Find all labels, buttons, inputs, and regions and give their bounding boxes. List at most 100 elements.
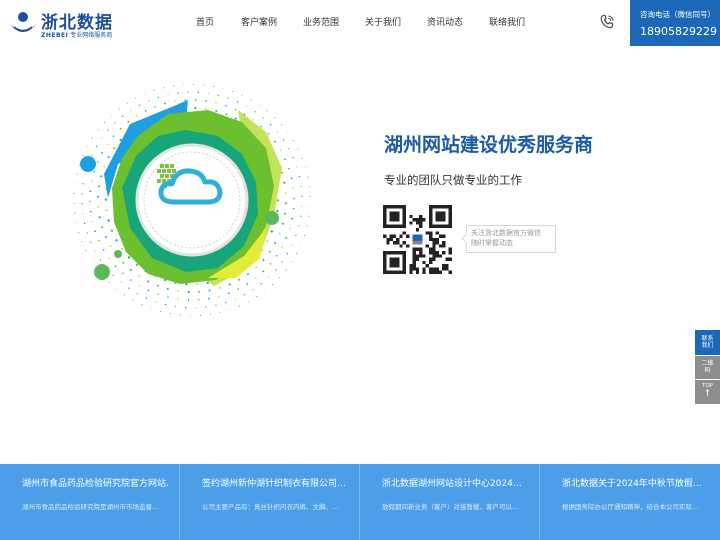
decor-dot — [276, 199, 280, 202]
decor-dot — [144, 93, 146, 95]
decor-dot — [82, 183, 84, 185]
decor-dot — [215, 110, 218, 112]
decor-dot — [81, 193, 83, 195]
decor-dot — [93, 170, 96, 173]
decor-dot — [102, 248, 105, 251]
logo-brand-en: ZHEBEI — [41, 32, 69, 39]
site-logo[interactable]: 浙北数据 ZHEBEI 专业网络服务商 — [8, 6, 128, 40]
news-item[interactable]: 签约湖州新仲湖针织制衣有限公司… 公司主要产品有：真丝针织内衣内裤、文胸、… — [180, 464, 360, 540]
decor-dot — [227, 97, 229, 99]
decor-dot — [307, 176, 309, 178]
decor-dot — [97, 195, 100, 198]
graphic-bubble-blue — [80, 156, 96, 172]
decor-dot — [292, 207, 295, 210]
decor-dot — [243, 294, 246, 296]
decor-dot — [304, 167, 306, 169]
decor-dot — [90, 241, 92, 244]
decor-dot — [107, 129, 109, 131]
decor-dot — [275, 269, 277, 271]
decor-dot — [225, 301, 227, 304]
decor-dot — [256, 296, 258, 298]
nav-news[interactable]: 资讯动态 — [414, 0, 476, 46]
float-contact-button[interactable]: 联系 我们 — [695, 330, 720, 355]
decor-dot — [164, 303, 167, 306]
decor-dot — [164, 102, 166, 105]
decor-dot — [113, 147, 116, 150]
decor-dot — [155, 301, 157, 303]
decor-dot — [276, 131, 279, 133]
nav-services[interactable]: 业务范围 — [290, 0, 352, 46]
decor-dot — [250, 99, 252, 101]
decor-dot — [81, 203, 83, 205]
decor-dot — [184, 306, 187, 309]
back-to-top-button[interactable]: TOP ↑ — [695, 380, 720, 404]
decor-dot — [292, 187, 295, 190]
decor-dot — [107, 156, 110, 159]
decor-dot — [114, 265, 117, 268]
hero-graphic — [73, 83, 311, 317]
decor-dot — [300, 243, 302, 246]
decor-dot — [194, 106, 197, 109]
decor-dot — [276, 209, 279, 213]
graphic-bubble-small — [114, 250, 122, 258]
decor-dot — [138, 275, 141, 278]
news-item[interactable]: 湖州市食品药品检验研究院官方网站… 湖州市食品药品检验研究院是湖州市市场监督… — [0, 464, 180, 540]
decor-dot — [308, 215, 310, 217]
decor-dot — [91, 137, 93, 139]
phone-icon — [600, 14, 614, 29]
decor-dot — [260, 125, 262, 128]
decor-dot — [285, 269, 287, 271]
graphic-bubble-green — [94, 264, 110, 280]
decor-dot — [285, 237, 288, 239]
decor-dot — [203, 84, 205, 86]
logo-tagline: ZHEBEI 专业网络服务商 — [41, 30, 112, 39]
float-qr-button[interactable]: 二维 码 — [695, 356, 720, 379]
logo-tagline-cn: 专业网络服务商 — [70, 32, 113, 39]
decor-dot — [167, 296, 169, 298]
hotline-box[interactable]: 咨询电话（微信同号） 18905829229 — [630, 0, 720, 46]
decor-dot — [187, 291, 190, 294]
decor-dot — [281, 124, 283, 126]
decor-dot — [212, 85, 215, 87]
decor-dot — [236, 101, 239, 103]
decor-dot — [258, 104, 260, 106]
decor-dot — [94, 250, 96, 252]
decor-dot — [91, 154, 93, 156]
decor-dot — [264, 290, 266, 292]
graphic-bubble-right — [265, 211, 279, 225]
decor-dot — [122, 261, 125, 264]
decor-dot — [141, 304, 143, 306]
decor-dot — [215, 102, 217, 104]
news-item[interactable]: 浙北数据湖州网站设计中心2024… 放假期间新业务（客户）对接暂缓，客户可以… — [360, 464, 540, 540]
decor-dot — [197, 298, 200, 301]
nav-about[interactable]: 关于我们 — [352, 0, 414, 46]
decor-dot — [110, 114, 113, 117]
decor-dot — [228, 283, 231, 286]
qr-code-icon[interactable] — [383, 205, 452, 274]
decor-dot — [270, 124, 272, 126]
decor-dot — [182, 84, 185, 86]
decor-dot — [281, 246, 283, 249]
decor-dot — [247, 273, 249, 275]
decor-dot — [232, 90, 234, 93]
news-desc: 湖州市食品药品检验研究院是湖州市市场监督… — [22, 503, 159, 511]
decor-dot — [148, 100, 150, 102]
decor-dot — [169, 313, 172, 315]
decor-dot — [215, 304, 217, 306]
decor-dot — [195, 282, 199, 286]
decor-dot — [82, 154, 84, 157]
decor-dot — [206, 281, 209, 285]
decor-dot — [136, 292, 138, 295]
float-qr-line2: 码 — [704, 367, 711, 374]
nav-cases[interactable]: 客户案例 — [228, 0, 290, 46]
news-item[interactable]: 浙北数据关于2024年中秋节放假… 根据国务院办公厅通知精神，结合本公司实际… — [540, 464, 720, 540]
decor-dot — [308, 186, 310, 188]
decor-dot — [271, 283, 274, 286]
news-title: 浙北数据湖州网站设计中心2024… — [382, 479, 522, 489]
decor-dot — [301, 205, 303, 207]
nav-home[interactable]: 首页 — [182, 0, 228, 46]
decor-dot — [116, 288, 118, 290]
decor-dot — [198, 290, 201, 293]
decor-dot — [81, 241, 83, 243]
nav-contact[interactable]: 联络我们 — [476, 0, 538, 46]
